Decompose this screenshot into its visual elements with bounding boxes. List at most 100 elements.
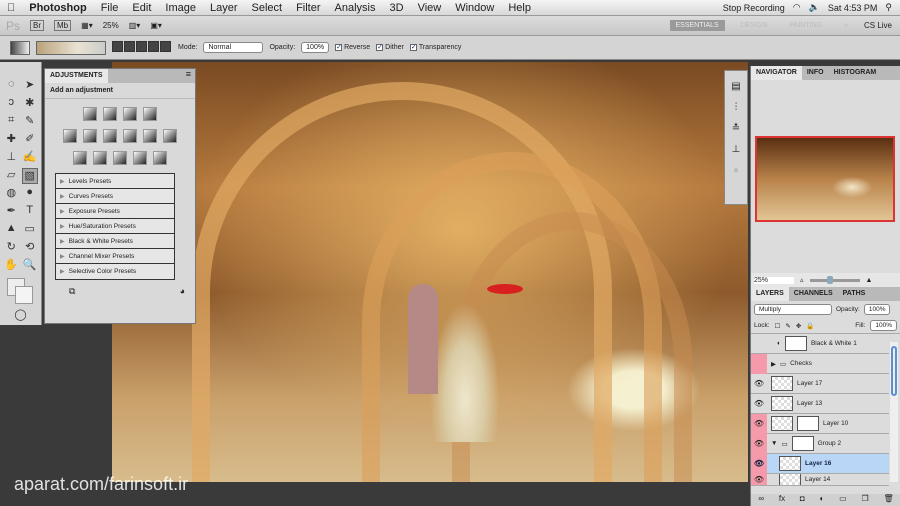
fill-input[interactable]: 100% [870,320,897,331]
lock-position-icon[interactable]: ✥ [796,322,801,330]
stamp-tool-icon[interactable]: ⊥ [3,150,20,166]
clock[interactable]: Sat 4:53 PM [828,3,878,13]
wifi-icon[interactable]: ◠ [793,2,801,13]
workspace-design[interactable]: DESIGN [735,20,774,31]
menu-edit[interactable]: Edit [125,2,158,14]
layer-opacity-input[interactable]: 100% [863,304,891,315]
tab-layers[interactable]: LAYERS [751,287,789,301]
curves-icon[interactable] [123,107,137,121]
hand-tool-icon[interactable]: ✋ [3,258,20,274]
menu-analysis[interactable]: Analysis [328,2,383,14]
tool-presets-icon[interactable]: ⊥ [732,144,741,155]
apple-icon[interactable]:  [0,2,22,14]
screen-mode-icon[interactable]: ▣▾ [150,21,162,30]
more-workspaces[interactable]: » [838,20,854,31]
gradient-tool-icon[interactable]: ▧ [21,168,38,184]
visibility-toggle[interactable] [751,353,767,374]
menu-help[interactable]: Help [501,2,538,14]
mini-bridge-button[interactable]: Mb [54,20,72,31]
dither-checkbox[interactable]: ✓ Dither [376,44,404,51]
gradient-map-icon[interactable] [133,151,147,165]
brightness-contrast-icon[interactable] [83,107,97,121]
layer-row[interactable]: ▶ ▭ Checks [751,353,889,374]
eye-icon[interactable]: 👁 [751,453,767,474]
marquee-tool-icon[interactable]: ◌ [3,78,20,94]
menu-select[interactable]: Select [245,2,290,14]
preset-selective-color[interactable]: Selective Color Presets [56,264,174,279]
zoom-tool-icon[interactable]: 🔍 [22,258,39,274]
move-tool-icon[interactable]: ➤ [22,78,39,94]
layer-row[interactable]: 👁 ▼ ▭ Group 2 [751,433,889,454]
quick-mask-icon[interactable]: ◯ [3,308,38,324]
3d-orbit-icon[interactable]: ⟲ [22,240,39,256]
dodge-tool-icon[interactable]: ● [22,186,39,202]
eye-icon[interactable]: 👁 [751,374,767,394]
zoom-in-icon[interactable]: ▲ [866,277,873,284]
layer-row-selected[interactable]: 👁 Layer 16 [751,453,889,474]
layer-row[interactable]: 👁 Layer 13 [751,394,889,414]
volume-icon[interactable]: 🔈 [809,2,820,13]
eraser-tool-icon[interactable]: ▱ [3,168,20,184]
eye-icon[interactable]: 👁 [751,413,767,434]
view-extras-icon[interactable]: ▦▾ [81,21,93,30]
transparency-checkbox[interactable]: ✓ Transparency [409,44,461,51]
stop-recording[interactable]: Stop Recording [723,3,785,13]
tool-preset-picker[interactable] [10,40,30,55]
navigator-thumbnail[interactable] [755,136,895,222]
blur-tool-icon[interactable]: ◍ [3,186,20,202]
lasso-tool-icon[interactable]: ↄ [3,96,20,112]
levels-icon[interactable] [103,107,117,121]
layer-row[interactable]: 👁 Layer 10 [751,413,889,434]
add-mask-icon[interactable]: ◘ [800,494,805,506]
new-group-icon[interactable]: ▭ [839,494,847,506]
preset-channel-mixer[interactable]: Channel Mixer Presets [56,249,174,264]
zoom-level-dropdown[interactable]: 25% [103,21,119,30]
link-layers-icon[interactable]: ∞ [758,494,764,506]
collapse-arrow-icon[interactable]: ▼ [771,440,777,447]
type-tool-icon[interactable]: T [22,204,39,220]
path-selection-icon[interactable]: ▲ [3,222,20,238]
channel-mixer-icon[interactable] [163,129,177,143]
lock-pixels-icon[interactable]: ✎ [785,322,790,330]
preset-levels[interactable]: Levels Presets [56,174,174,189]
visibility-toggle[interactable] [751,334,767,354]
menu-window[interactable]: Window [448,2,501,14]
photo-filter-icon[interactable] [143,129,157,143]
threshold-icon[interactable] [113,151,127,165]
tab-info[interactable]: INFO [802,66,829,80]
expand-arrow-icon[interactable]: ▶ [771,360,776,368]
clip-icon[interactable]: ◕ [180,286,185,297]
tab-navigator[interactable]: NAVIGATOR [751,66,802,80]
exposure-icon[interactable] [143,107,157,121]
brush-tool-icon[interactable]: ✐ [22,132,39,148]
invert-icon[interactable] [73,151,87,165]
color-swatches[interactable] [3,276,38,306]
mode-select[interactable]: Normal [203,42,264,53]
preset-curves[interactable]: Curves Presets [56,189,174,204]
notes-icon[interactable]: ● [733,165,739,176]
tab-histogram[interactable]: HISTOGRAM [829,66,882,80]
preset-black-white[interactable]: Black & White Presets [56,234,174,249]
navigator-zoom-input[interactable]: 25% [754,276,794,284]
gradient-picker[interactable] [36,40,106,55]
selective-color-icon[interactable] [153,151,167,165]
3d-rotate-icon[interactable]: ↻ [3,240,20,256]
new-layer-icon[interactable]: ❐ [861,494,868,506]
spotlight-icon[interactable]: ⚲ [885,2,892,13]
hue-saturation-icon[interactable] [83,129,97,143]
opacity-input[interactable]: 100% [301,42,330,53]
mini-bridge-icon[interactable]: ▤ [731,81,740,92]
app-menu[interactable]: Photoshop [22,2,93,14]
tab-channels[interactable]: CHANNELS [789,287,838,301]
reverse-checkbox[interactable]: ✓ Reverse [335,44,370,51]
arrange-documents-icon[interactable]: ▥▾ [129,21,141,30]
menu-3d[interactable]: 3D [383,2,411,14]
blend-mode-select[interactable]: Multiply [754,304,832,315]
trash-icon[interactable]: 🗑 [883,494,893,506]
new-adjustment-icon[interactable]: ◐ [820,494,825,506]
layer-row[interactable]: ◐ Black & White 1 [751,334,889,354]
cs-live-button[interactable]: CS Live [864,21,900,30]
menu-layer[interactable]: Layer [203,2,245,14]
magic-wand-icon[interactable]: ✱ [22,96,39,112]
eye-icon[interactable]: 👁 [751,394,767,414]
